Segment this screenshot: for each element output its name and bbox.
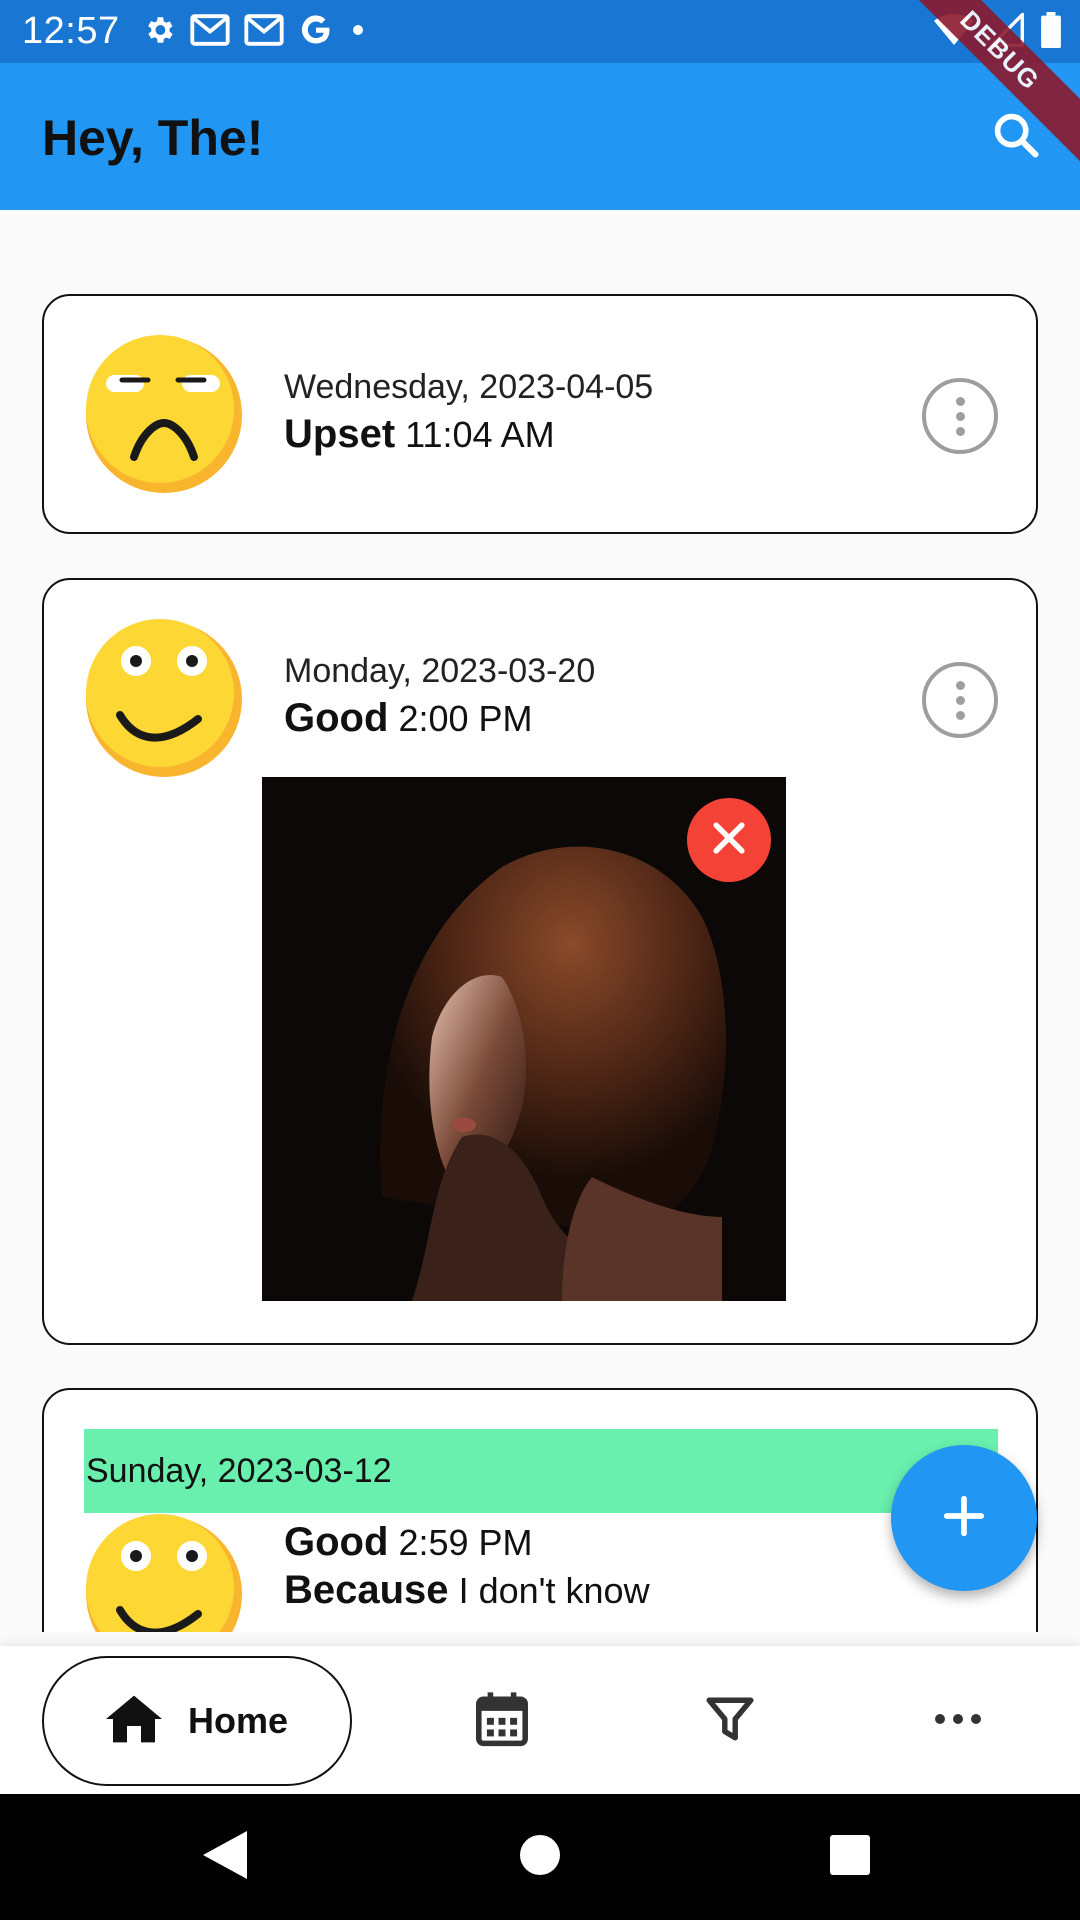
entry-card[interactable]: Monday, 2023-03-20 Good 2:00 PM	[42, 578, 1038, 1345]
calendar-icon	[474, 1690, 530, 1753]
entry-card[interactable]: Sunday, 2023-03-12 Good 2:59 PM Because …	[42, 1388, 1038, 1632]
entry-card[interactable]: Wednesday, 2023-04-05 Upset 11:04 AM	[42, 294, 1038, 534]
smiling-face-icon	[84, 1514, 244, 1632]
page-title: Hey, The!	[42, 110, 264, 166]
entry-time: 2:59 PM	[398, 1522, 533, 1563]
entry-reason-label: Because	[284, 1568, 449, 1612]
home-circle-icon	[519, 1834, 561, 1881]
gmail-icon	[244, 13, 284, 52]
gear-icon	[142, 13, 176, 52]
search-icon	[990, 109, 1042, 166]
nav-home-button[interactable]: Home	[42, 1656, 352, 1786]
entry-mood: Upset	[284, 412, 396, 456]
status-time: 12:57	[22, 10, 120, 52]
system-home-button[interactable]	[505, 1822, 575, 1892]
entry-mood-time: Good 2:00 PM	[284, 696, 533, 741]
entry-mood: Good	[284, 1520, 389, 1564]
more-vertical-icon	[955, 396, 965, 406]
upset-face-icon	[84, 335, 244, 495]
entry-options-button[interactable]	[922, 662, 998, 738]
gmail-icon	[190, 13, 230, 52]
app-bar: Hey, The!	[0, 63, 1080, 210]
entry-mood-time: Upset 11:04 AM	[284, 412, 555, 457]
entry-time: 2:00 PM	[398, 698, 533, 739]
entry-reason-text: I don't know	[458, 1570, 650, 1611]
plus-icon	[938, 1490, 990, 1547]
entry-reason: Because I don't know	[284, 1568, 650, 1613]
home-icon	[105, 1693, 162, 1750]
entry-photo[interactable]	[262, 777, 786, 1301]
entry-mood: Good	[284, 696, 389, 740]
entries-list[interactable]: Wednesday, 2023-04-05 Upset 11:04 AM Mon…	[0, 210, 1080, 1632]
recents-square-icon	[830, 1834, 870, 1880]
dot-icon	[348, 20, 368, 45]
entry-options-button[interactable]	[922, 378, 998, 454]
remove-photo-button[interactable]	[687, 798, 771, 882]
filter-icon	[705, 1694, 755, 1749]
close-icon	[707, 816, 751, 865]
back-triangle-icon	[203, 1830, 247, 1884]
nav-home-label: Home	[187, 1700, 289, 1741]
entry-time: 11:04 AM	[405, 414, 555, 455]
system-recents-button[interactable]	[815, 1822, 885, 1892]
more-horizontal-icon	[933, 1711, 983, 1732]
notification-icons	[142, 12, 368, 52]
nav-calendar-button[interactable]	[452, 1671, 552, 1771]
nav-filter-button[interactable]	[680, 1671, 780, 1771]
more-vertical-icon	[955, 680, 965, 690]
smiling-face-icon	[84, 619, 244, 779]
entry-date: Wednesday, 2023-04-05	[284, 368, 654, 406]
entry-date: Sunday, 2023-03-12	[84, 1429, 998, 1513]
status-bar: 12:57	[0, 0, 1080, 63]
bottom-navigation: Home	[0, 1646, 1080, 1794]
entry-date: Monday, 2023-03-20	[284, 652, 596, 690]
battery-icon	[1040, 11, 1062, 53]
add-entry-button[interactable]	[891, 1445, 1037, 1591]
entry-mood-time: Good 2:59 PM	[284, 1520, 533, 1565]
system-navigation-bar	[0, 1794, 1080, 1920]
system-back-button[interactable]	[190, 1822, 260, 1892]
nav-more-button[interactable]	[908, 1671, 1008, 1771]
google-icon	[298, 12, 334, 53]
